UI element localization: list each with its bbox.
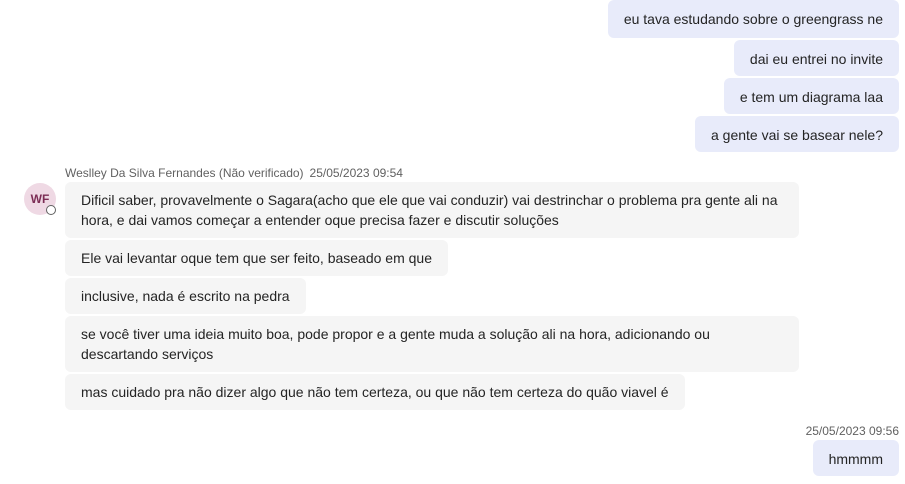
outgoing-message[interactable]: a gente vai se basear nele?	[694, 116, 899, 152]
chat-thread: eu tava estudando sobre o greengrass ne …	[0, 0, 905, 484]
incoming-message[interactable]: se você tiver uma ideia muito boa, pode …	[65, 316, 799, 372]
message-header: Weslley Da Silva Fernandes (Não verifica…	[65, 165, 403, 181]
presence-status-icon	[46, 205, 56, 215]
message-timestamp: 25/05/2023 09:56	[805, 424, 899, 438]
avatar-initials: WF	[30, 192, 50, 206]
outgoing-message[interactable]: hmmmm	[812, 440, 899, 476]
incoming-message[interactable]: Ele vai levantar oque tem que ser feito,…	[65, 240, 448, 276]
incoming-message[interactable]: Dificil saber, provavelmente o Sagara(ac…	[65, 182, 799, 238]
sender-name: Weslley Da Silva Fernandes (Não verifica…	[65, 166, 304, 180]
outgoing-message[interactable]: e tem um diagrama laa	[723, 78, 899, 114]
outgoing-message[interactable]: eu tava estudando sobre o greengrass ne	[607, 0, 899, 38]
outgoing-message[interactable]: dai eu entrei no invite	[733, 40, 899, 76]
message-timestamp: 25/05/2023 09:54	[309, 166, 403, 180]
incoming-message[interactable]: mas cuidado pra não dizer algo que não t…	[65, 374, 685, 410]
incoming-message[interactable]: inclusive, nada é escrito na pedra	[65, 278, 306, 314]
